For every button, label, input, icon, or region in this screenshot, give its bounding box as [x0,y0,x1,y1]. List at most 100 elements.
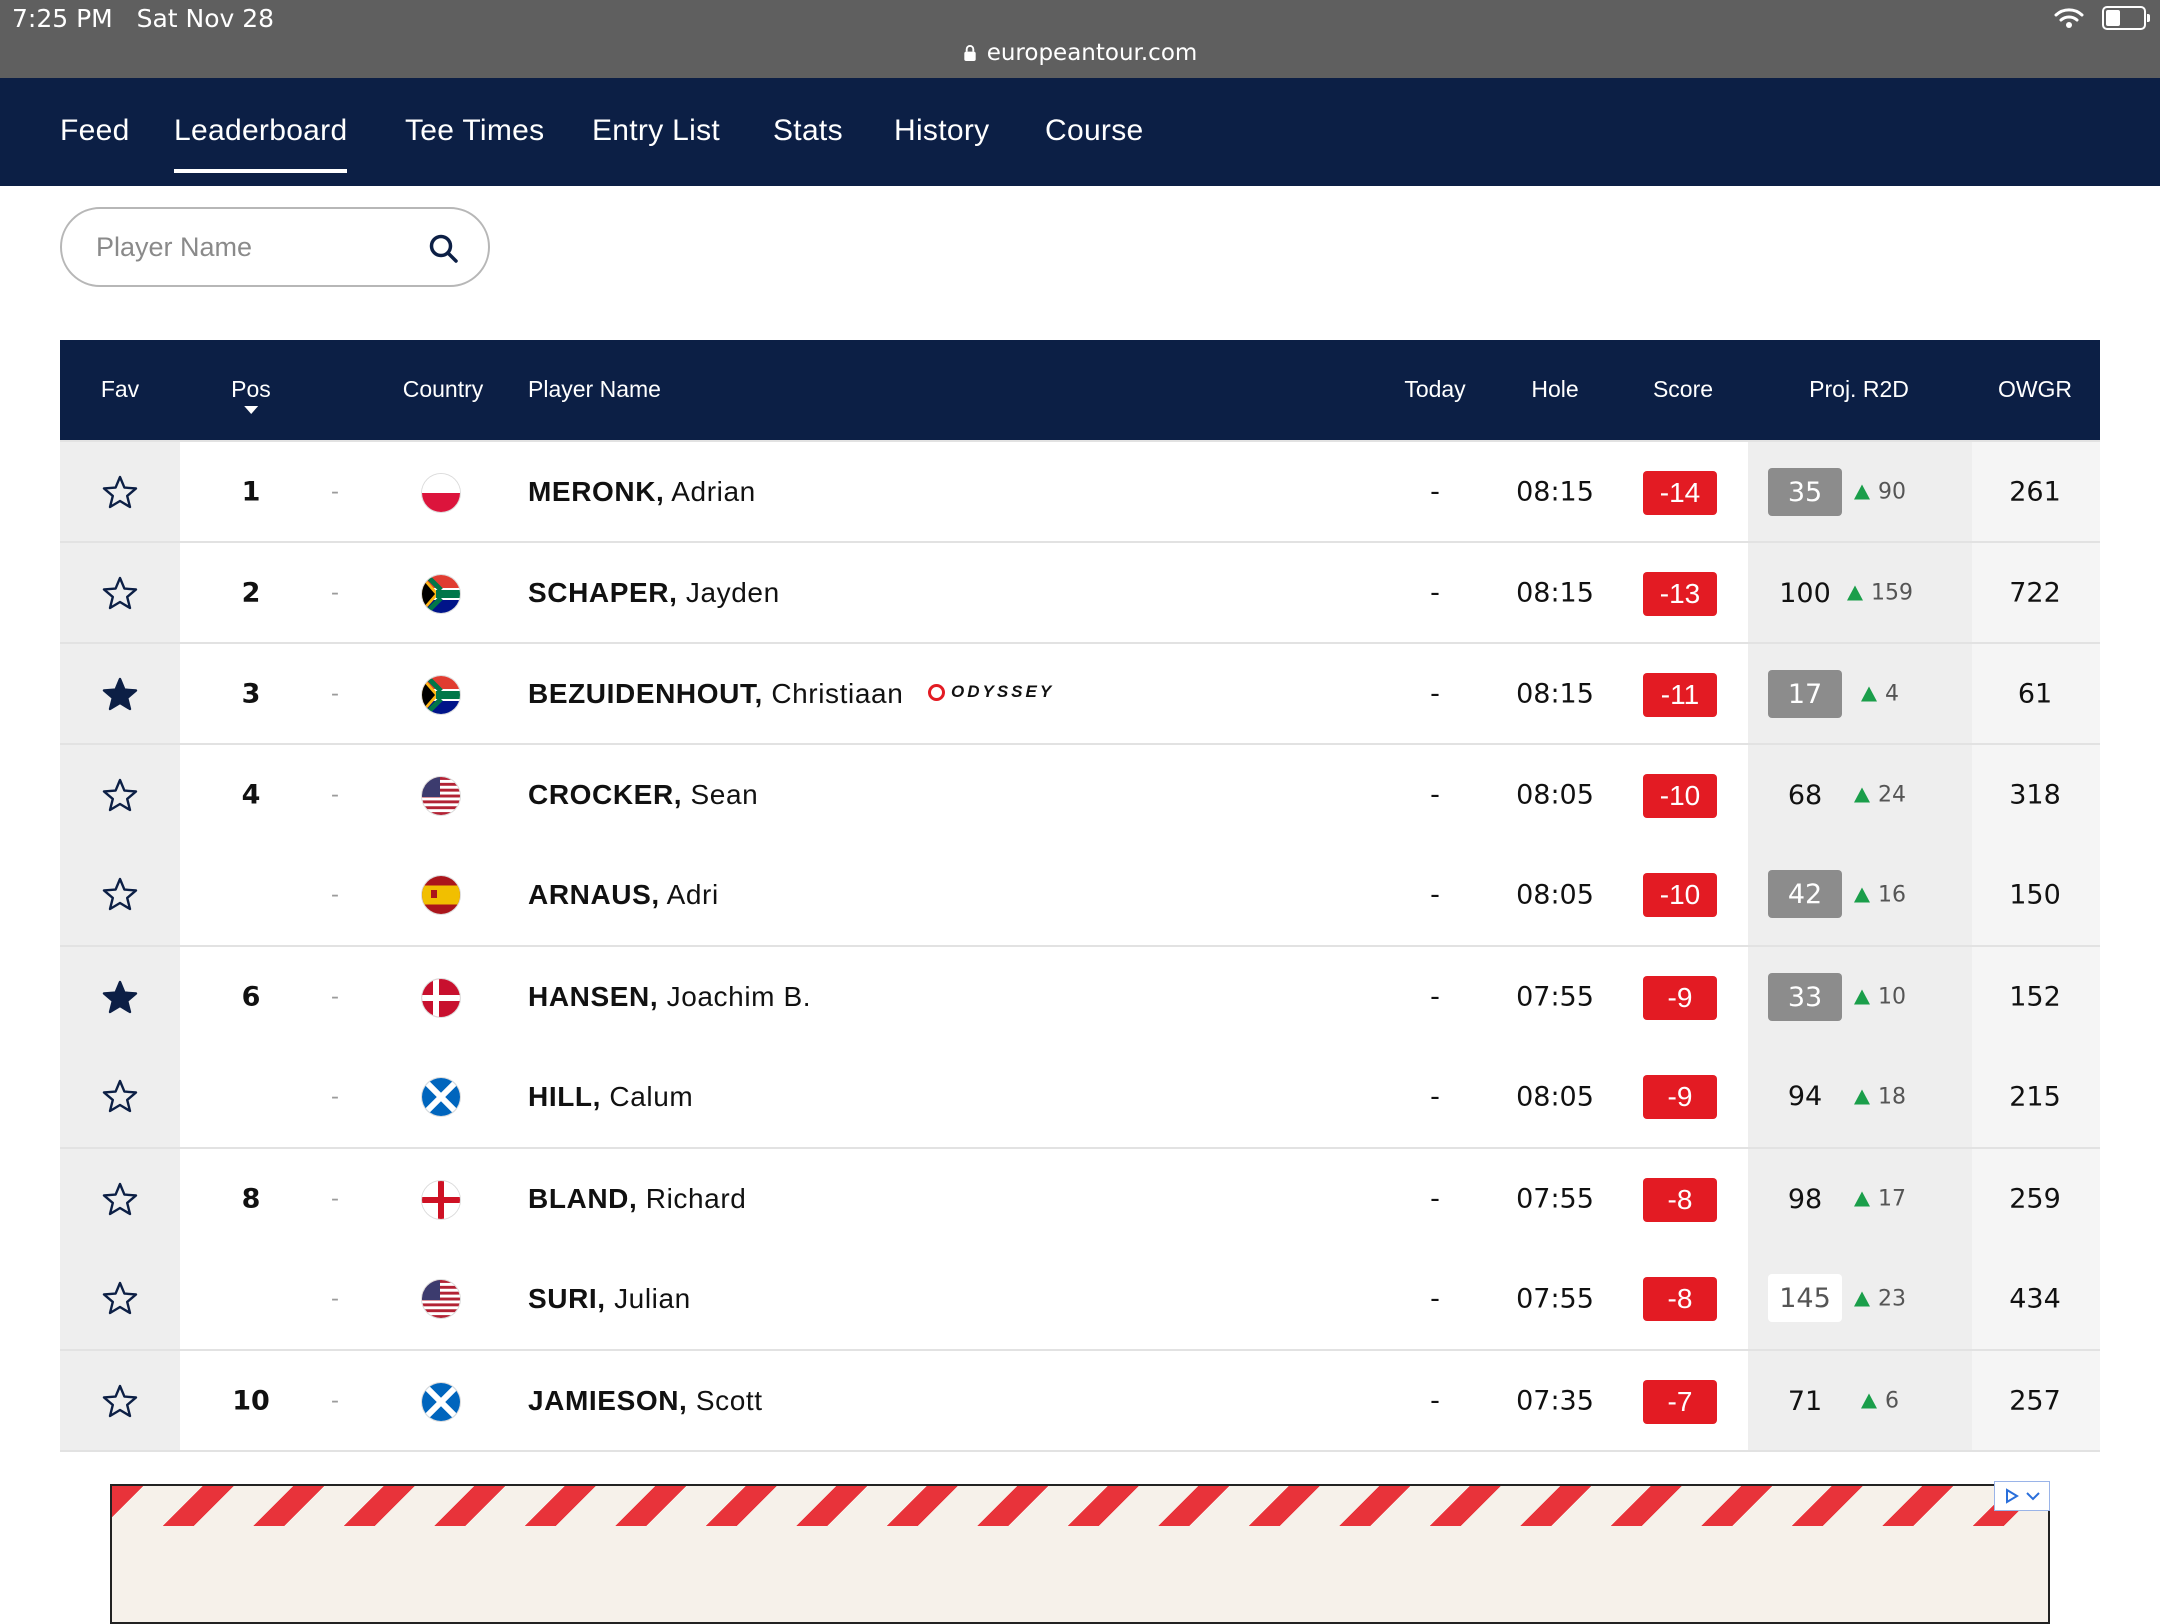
ad-body [148,1526,2012,1622]
player-last-name: HILL, [528,1080,601,1112]
proj-r2d-movement: 17 [1854,1186,1906,1211]
proj-r2d-value: 98 [1787,1183,1823,1215]
table-row[interactable]: 2 - SCHAPER, Jayden - 08:15 -13 100 159 722 [60,541,2100,642]
arrow-up-icon [1854,1089,1870,1104]
star-outline-icon[interactable] [102,475,138,513]
player-name[interactable]: MERONK, Adrian [528,476,756,508]
player-name[interactable]: JAMIESON, Scott [528,1385,763,1417]
owgr-value: 259 [2009,1183,2061,1214]
proj-r2d-value: 42 [1768,870,1842,918]
adchoices-icon[interactable] [1994,1481,2050,1511]
sponsor-name: ODYSSEY [951,682,1055,701]
player-name[interactable]: SURI, Julian [528,1283,691,1315]
proj-move-value: 10 [1878,984,1906,1009]
owgr-value: 152 [2009,981,2061,1012]
nav-stats[interactable]: Stats [773,114,843,148]
player-name[interactable]: SCHAPER, Jayden [528,577,780,609]
position: 3 [241,678,261,709]
star-outline-icon[interactable] [102,576,138,614]
player-name[interactable]: ARNAUS, Adri [528,879,719,911]
proj-r2d-value: 145 [1768,1274,1842,1322]
star-filled-icon[interactable] [102,677,138,715]
star-outline-icon[interactable] [102,1182,138,1220]
header-pos[interactable]: Pos [231,376,271,414]
player-name[interactable]: HILL, Calum [528,1081,693,1113]
header-score[interactable]: Score [1653,376,1713,403]
poland-flag-icon [422,474,460,512]
star-outline-icon[interactable] [102,877,138,915]
player-last-name: MERONK, [528,475,665,507]
table-row[interactable]: 8 - BLAND, Richard - 07:55 -8 98 17 259 [60,1147,2100,1248]
player-name[interactable]: BLAND, Richard [528,1183,746,1215]
header-pos-label: Pos [231,376,271,402]
today-score: - [1430,1283,1440,1314]
nav-tee-times[interactable]: Tee Times [405,114,544,148]
arrow-up-icon [1861,686,1877,701]
position-move: - [331,782,339,807]
owgr-value: 215 [2009,1081,2061,1112]
header-player-name[interactable]: Player Name [528,376,661,403]
owgr-value: 261 [2009,476,2061,507]
arrow-up-icon [1861,1393,1877,1408]
proj-r2d-movement: 4 [1861,681,1899,706]
status-bar: 7:25 PM Sat Nov 28 europeantour.com [0,0,2160,78]
search-icon[interactable] [428,233,460,265]
header-proj-r2d[interactable]: Proj. R2D [1809,376,1909,403]
header-today[interactable]: Today [1404,376,1465,403]
today-score: - [1430,1081,1440,1112]
nav-entry-list[interactable]: Entry List [592,114,720,148]
odyssey-ring-icon [928,683,945,701]
table-row[interactable]: - ARNAUS, Adri - 08:05 -10 42 16 150 [60,844,2100,945]
table-body: 1 - MERONK, Adrian - 08:15 -14 35 90 261 2 - SCHAPE… [60,440,2100,1450]
table-row[interactable]: - SURI, Julian - 07:55 -8 145 23 434 [60,1248,2100,1349]
search-input[interactable] [94,230,398,264]
header-hole[interactable]: Hole [1531,376,1578,403]
score-badge: -8 [1643,1178,1717,1222]
nav-leaderboard[interactable]: Leaderboard [174,114,348,173]
hole-time: 07:55 [1516,981,1594,1012]
owgr-value: 722 [2009,577,2061,608]
position: 4 [241,779,261,810]
proj-move-value: 18 [1878,1084,1906,1109]
proj-move-value: 90 [1878,479,1906,504]
star-outline-icon[interactable] [102,1079,138,1117]
star-filled-icon[interactable] [102,980,138,1018]
arrow-up-icon [1854,887,1870,902]
star-outline-icon[interactable] [102,778,138,816]
hole-time: 08:15 [1516,678,1594,709]
ad-play-icon [2006,1488,2019,1504]
nav-course[interactable]: Course [1045,114,1144,148]
table-row[interactable]: 3 - BEZUIDENHOUT, Christiaan ODYSSEY - 08:15 -… [60,642,2100,743]
today-score: - [1430,981,1440,1012]
proj-r2d-movement: 6 [1861,1388,1899,1413]
score-badge: -8 [1643,1277,1717,1321]
table-row[interactable]: 10 - JAMIESON, Scott - 07:35 -7 71 6 257 [60,1349,2100,1450]
player-first-name: Julian [614,1282,691,1314]
star-outline-icon[interactable] [102,1281,138,1319]
nav-feed[interactable]: Feed [60,114,130,148]
hole-time: 08:05 [1516,779,1594,810]
nav-history[interactable]: History [894,114,989,148]
player-last-name: JAMIESON, [528,1384,688,1416]
today-score: - [1430,678,1440,709]
star-outline-icon[interactable] [102,1384,138,1422]
position-move: - [331,1084,339,1109]
player-name[interactable]: CROCKER, Sean [528,779,758,811]
status-time: 7:25 PM Sat Nov 28 [12,4,274,33]
player-name[interactable]: HANSEN, Joachim B. [528,981,811,1013]
url-text: europeantour.com [986,40,1198,66]
player-last-name: SCHAPER, [528,576,678,608]
table-row[interactable]: 4 - CROCKER, Sean - 08:05 -10 68 24 318 [60,743,2100,844]
hole-time: 07:55 [1516,1183,1594,1214]
header-country[interactable]: Country [403,376,484,403]
player-name[interactable]: BEZUIDENHOUT, Christiaan [528,678,903,710]
header-fav[interactable]: Fav [101,376,139,403]
player-last-name: BLAND, [528,1182,638,1214]
table-row[interactable]: 1 - MERONK, Adrian - 08:15 -14 35 90 261 [60,440,2100,541]
address-bar[interactable]: europeantour.com [0,40,2160,66]
header-owgr[interactable]: OWGR [1998,376,2072,403]
proj-r2d-movement: 90 [1854,479,1906,504]
table-row[interactable]: - HILL, Calum - 08:05 -9 94 18 215 [60,1046,2100,1147]
advertisement-banner[interactable] [110,1484,2050,1624]
table-row[interactable]: 6 - HANSEN, Joachim B. - 07:55 -9 33 10 152 [60,945,2100,1046]
